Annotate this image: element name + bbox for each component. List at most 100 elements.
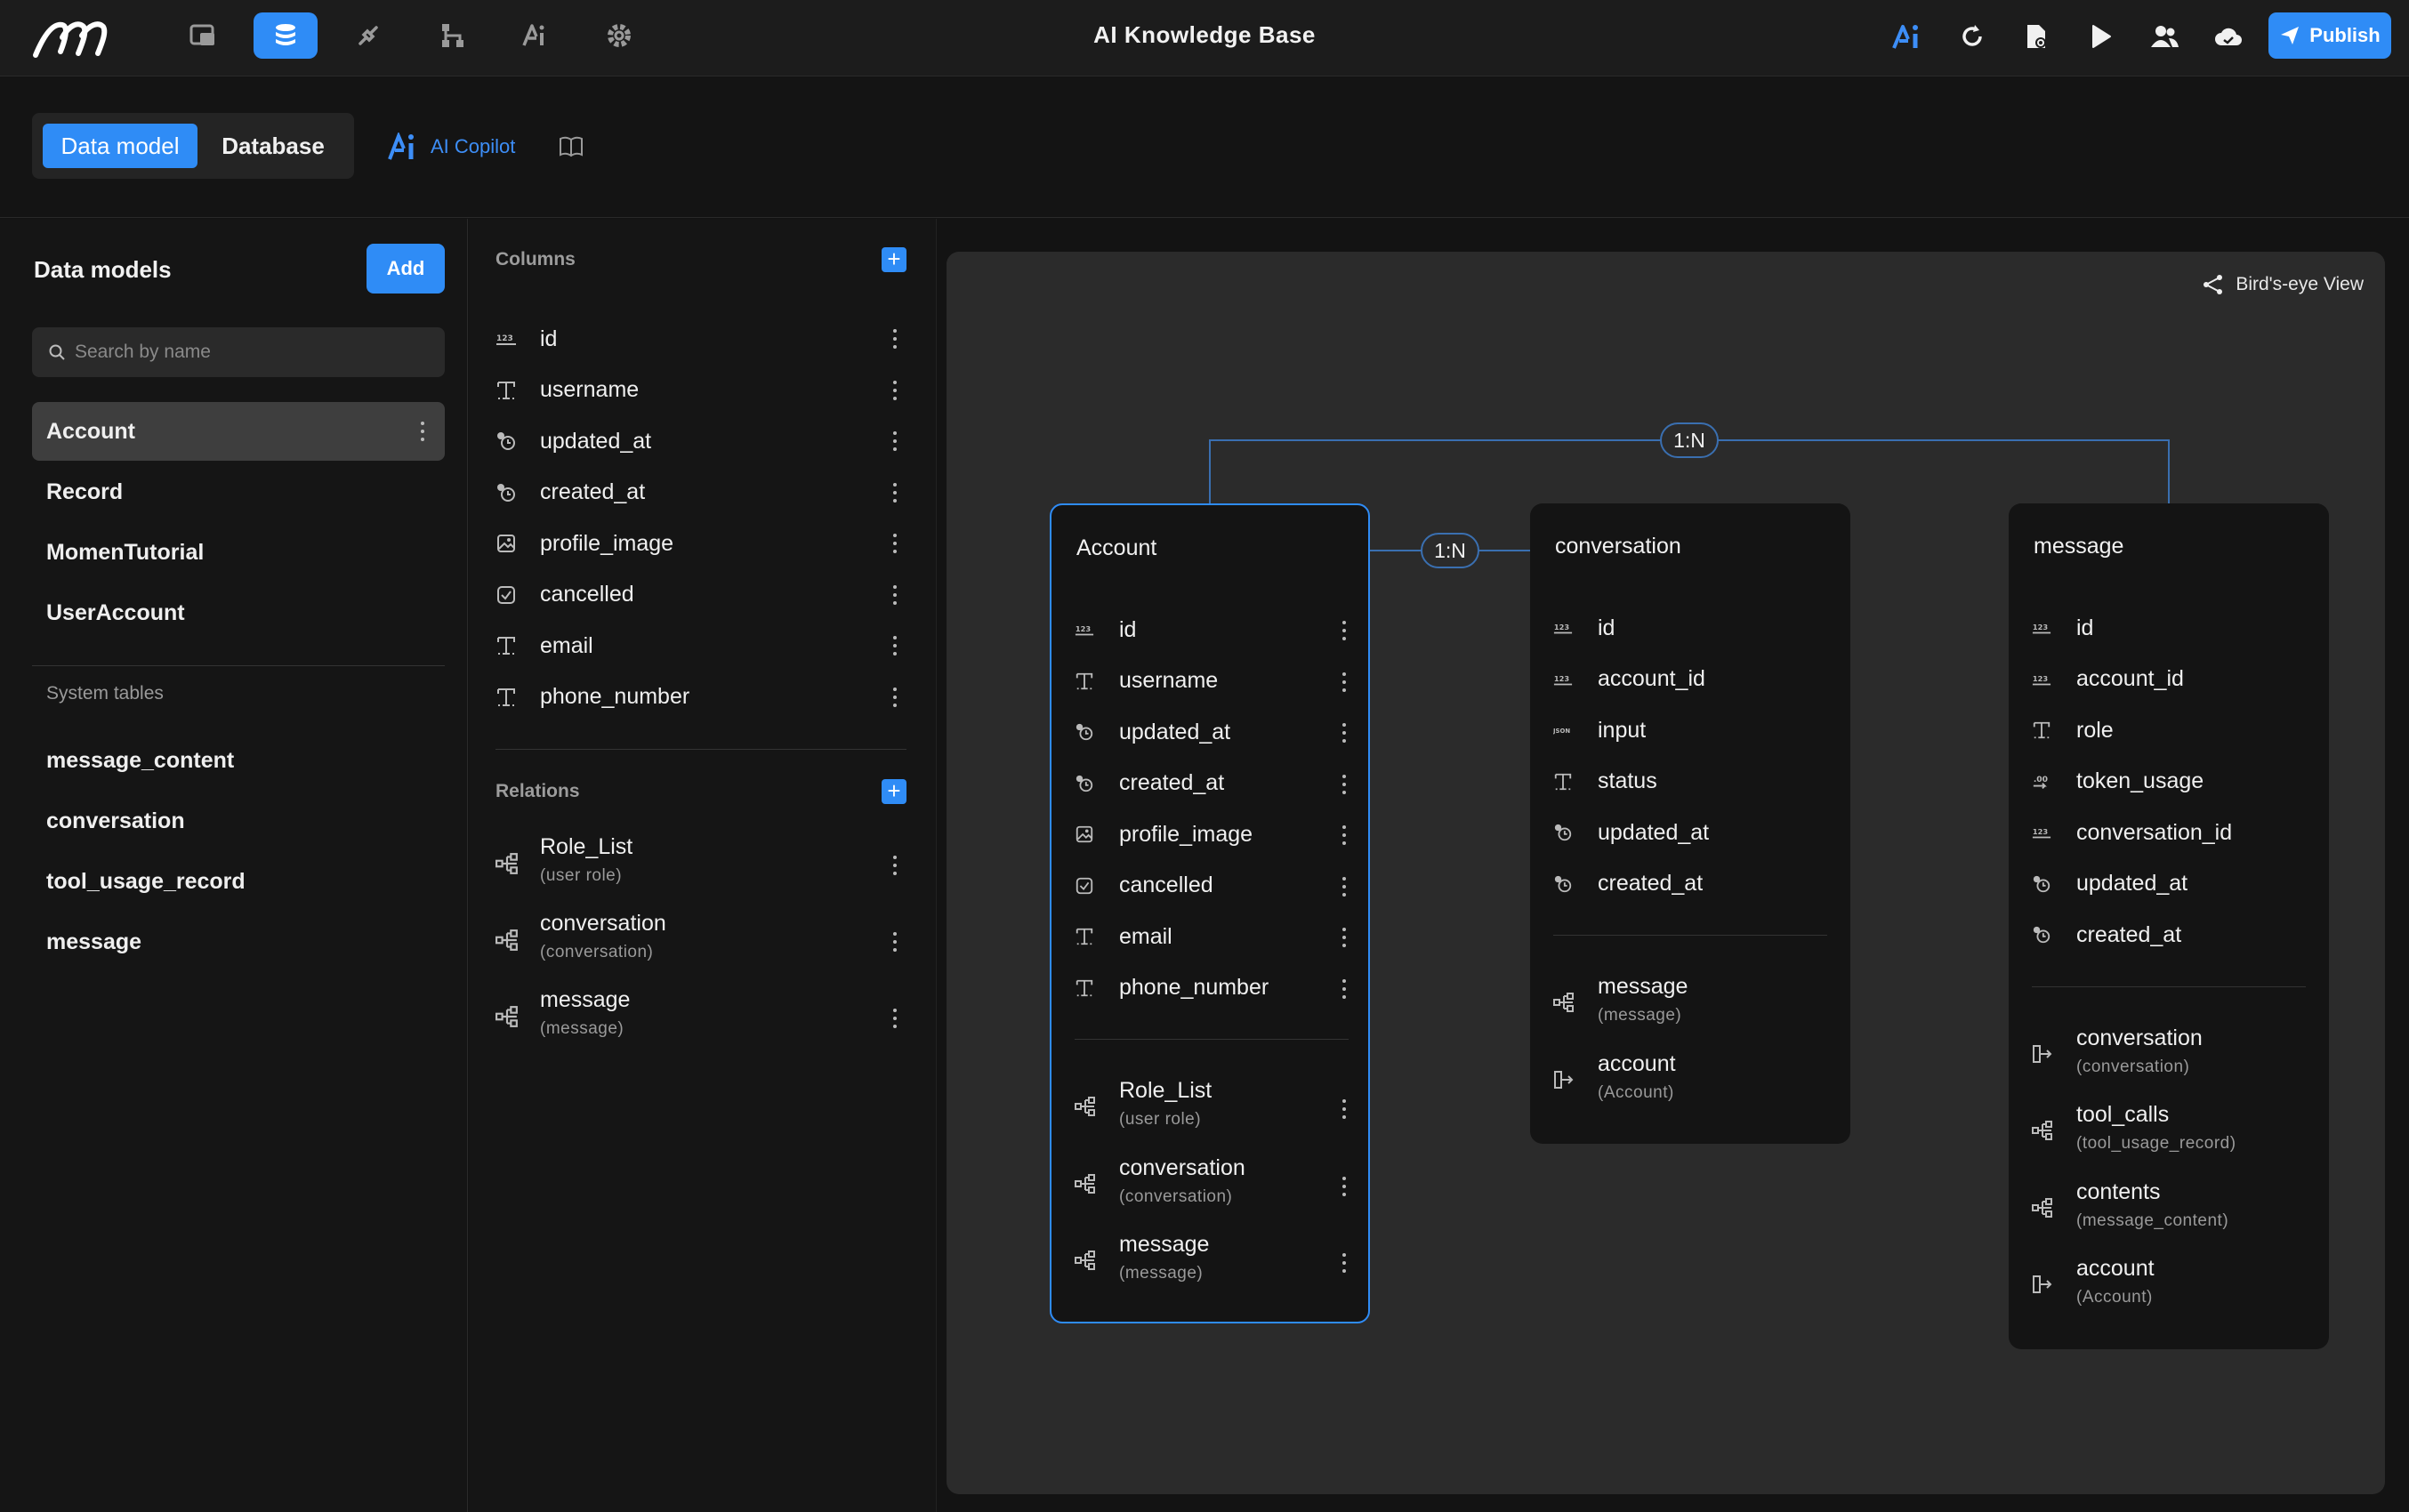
table-relation[interactable]: conversation (conversation) <box>2032 1024 2306 1091</box>
more-options-icon[interactable] <box>1340 875 1349 898</box>
model-item-account[interactable]: Account <box>32 402 445 461</box>
more-options-icon[interactable] <box>890 583 899 607</box>
table-column[interactable]: JSON input <box>1553 711 1827 750</box>
column-row[interactable]: updated_at <box>495 419 906 463</box>
table-relation[interactable]: contents (message_content) <box>2032 1178 2306 1245</box>
table-column[interactable]: cancelled <box>1075 866 1349 905</box>
column-row[interactable]: profile_image <box>495 521 906 566</box>
model-item-momentutorial[interactable]: MomenTutorial <box>32 523 445 582</box>
add-model-button[interactable]: Add <box>367 244 445 294</box>
table-column[interactable]: created_at <box>2032 915 2306 954</box>
system-table-message-content[interactable]: message_content <box>32 731 445 790</box>
tab-database[interactable]: Database <box>203 124 343 168</box>
table-card-message[interactable]: message 123 id 123 account_id role .00 t… <box>2009 503 2329 1349</box>
pages-icon[interactable] <box>171 12 235 59</box>
table-column[interactable]: 123 account_id <box>2032 660 2306 699</box>
model-item-record[interactable]: Record <box>32 462 445 521</box>
system-table-tool-usage-record[interactable]: tool_usage_record <box>32 852 445 911</box>
table-column[interactable]: .00 token_usage <box>2032 762 2306 801</box>
more-options-icon[interactable] <box>890 532 899 555</box>
table-column[interactable]: email <box>1075 917 1349 956</box>
column-row[interactable]: cancelled <box>495 573 906 617</box>
table-relation[interactable]: message (message) <box>1075 1230 1349 1298</box>
table-column[interactable]: phone_number <box>1075 969 1349 1008</box>
table-relation[interactable]: conversation (conversation) <box>1075 1154 1349 1221</box>
er-diagram-canvas[interactable]: Bird's-eye View 1:N 1:N Account 123 id u… <box>947 252 2385 1494</box>
system-table-conversation[interactable]: conversation <box>32 792 445 850</box>
table-relation[interactable]: account (Account) <box>1553 1050 1827 1117</box>
users-icon[interactable] <box>2144 16 2185 57</box>
workflow-icon[interactable] <box>420 12 484 59</box>
plugins-icon[interactable] <box>336 12 400 59</box>
add-column-button[interactable]: + <box>882 247 906 272</box>
search-input[interactable] <box>75 342 413 363</box>
more-options-icon[interactable] <box>890 854 899 877</box>
refresh-icon[interactable] <box>1952 16 1993 57</box>
table-column[interactable]: 123 id <box>1075 610 1349 649</box>
table-column[interactable]: 123 id <box>1553 608 1827 647</box>
table-relation[interactable]: Role_List (user role) <box>1075 1076 1349 1144</box>
cloud-icon[interactable] <box>2208 16 2249 57</box>
table-relation[interactable]: tool_calls (tool_usage_record) <box>2032 1100 2306 1168</box>
table-column[interactable]: status <box>1553 762 1827 801</box>
table-column[interactable]: 123 id <box>2032 608 2306 647</box>
tab-data-model[interactable]: Data model <box>43 124 197 168</box>
settings-icon[interactable] <box>587 12 651 59</box>
more-options-icon[interactable] <box>1340 824 1349 847</box>
more-options-icon[interactable] <box>1340 773 1349 796</box>
ai-icon[interactable] <box>504 12 568 59</box>
system-table-message[interactable]: message <box>32 913 445 971</box>
ai-assistant-icon[interactable] <box>1887 16 1928 57</box>
table-column[interactable]: profile_image <box>1075 815 1349 854</box>
more-options-icon[interactable] <box>890 481 899 504</box>
file-settings-icon[interactable] <box>2016 16 2057 57</box>
table-column[interactable]: created_at <box>1075 764 1349 803</box>
table-column[interactable]: 123 account_id <box>1553 660 1827 699</box>
table-column[interactable]: updated_at <box>1553 813 1827 852</box>
column-row[interactable]: username <box>495 368 906 413</box>
table-relation[interactable]: account (Account) <box>2032 1254 2306 1322</box>
more-options-icon[interactable] <box>890 1007 899 1030</box>
more-options-icon[interactable] <box>1340 671 1349 694</box>
relation-row[interactable]: message (message) <box>495 984 906 1051</box>
table-card-account[interactable]: Account 123 id username updated_at creat… <box>1050 503 1370 1323</box>
more-options-icon[interactable] <box>1340 977 1349 1001</box>
publish-button[interactable]: Publish <box>2268 12 2391 59</box>
more-options-icon[interactable] <box>890 634 899 657</box>
more-options-icon[interactable] <box>890 930 899 953</box>
more-options-icon[interactable] <box>890 379 899 402</box>
more-options-icon[interactable] <box>1340 1175 1349 1198</box>
table-column[interactable]: username <box>1075 662 1349 701</box>
model-item-useraccount[interactable]: UserAccount <box>32 583 445 642</box>
more-options-icon[interactable] <box>890 327 899 350</box>
table-column[interactable]: role <box>2032 711 2306 750</box>
more-options-icon[interactable] <box>1340 619 1349 642</box>
database-icon[interactable] <box>254 12 318 59</box>
more-options-icon[interactable] <box>1340 926 1349 949</box>
more-options-icon[interactable] <box>890 686 899 709</box>
table-column[interactable]: 123 conversation_id <box>2032 813 2306 852</box>
docs-book-icon[interactable] <box>557 133 585 161</box>
table-card-conversation[interactable]: conversation 123 id 123 account_id JSON … <box>1530 503 1850 1144</box>
more-options-icon[interactable] <box>1340 1098 1349 1121</box>
column-row[interactable]: email <box>495 623 906 668</box>
table-column[interactable]: updated_at <box>1075 712 1349 752</box>
relation-row[interactable]: Role_List (user role) <box>495 831 906 898</box>
more-options-icon[interactable] <box>418 420 427 443</box>
column-row[interactable]: phone_number <box>495 675 906 720</box>
relation-row[interactable]: conversation (conversation) <box>495 907 906 975</box>
add-relation-button[interactable]: + <box>882 779 906 804</box>
momen-logo[interactable] <box>32 16 112 59</box>
column-row[interactable]: created_at <box>495 470 906 515</box>
table-column[interactable]: created_at <box>1553 865 1827 904</box>
more-options-icon[interactable] <box>1340 1251 1349 1275</box>
cardinality-badge[interactable]: 1:N <box>1660 422 1719 458</box>
column-row[interactable]: 123 id <box>495 317 906 361</box>
cardinality-badge[interactable]: 1:N <box>1421 533 1479 568</box>
table-relation[interactable]: message (message) <box>1553 972 1827 1040</box>
preview-play-icon[interactable] <box>2080 16 2121 57</box>
more-options-icon[interactable] <box>1340 721 1349 744</box>
ai-copilot-button[interactable]: AI Copilot <box>388 131 515 163</box>
more-options-icon[interactable] <box>890 430 899 453</box>
table-column[interactable]: updated_at <box>2032 865 2306 904</box>
